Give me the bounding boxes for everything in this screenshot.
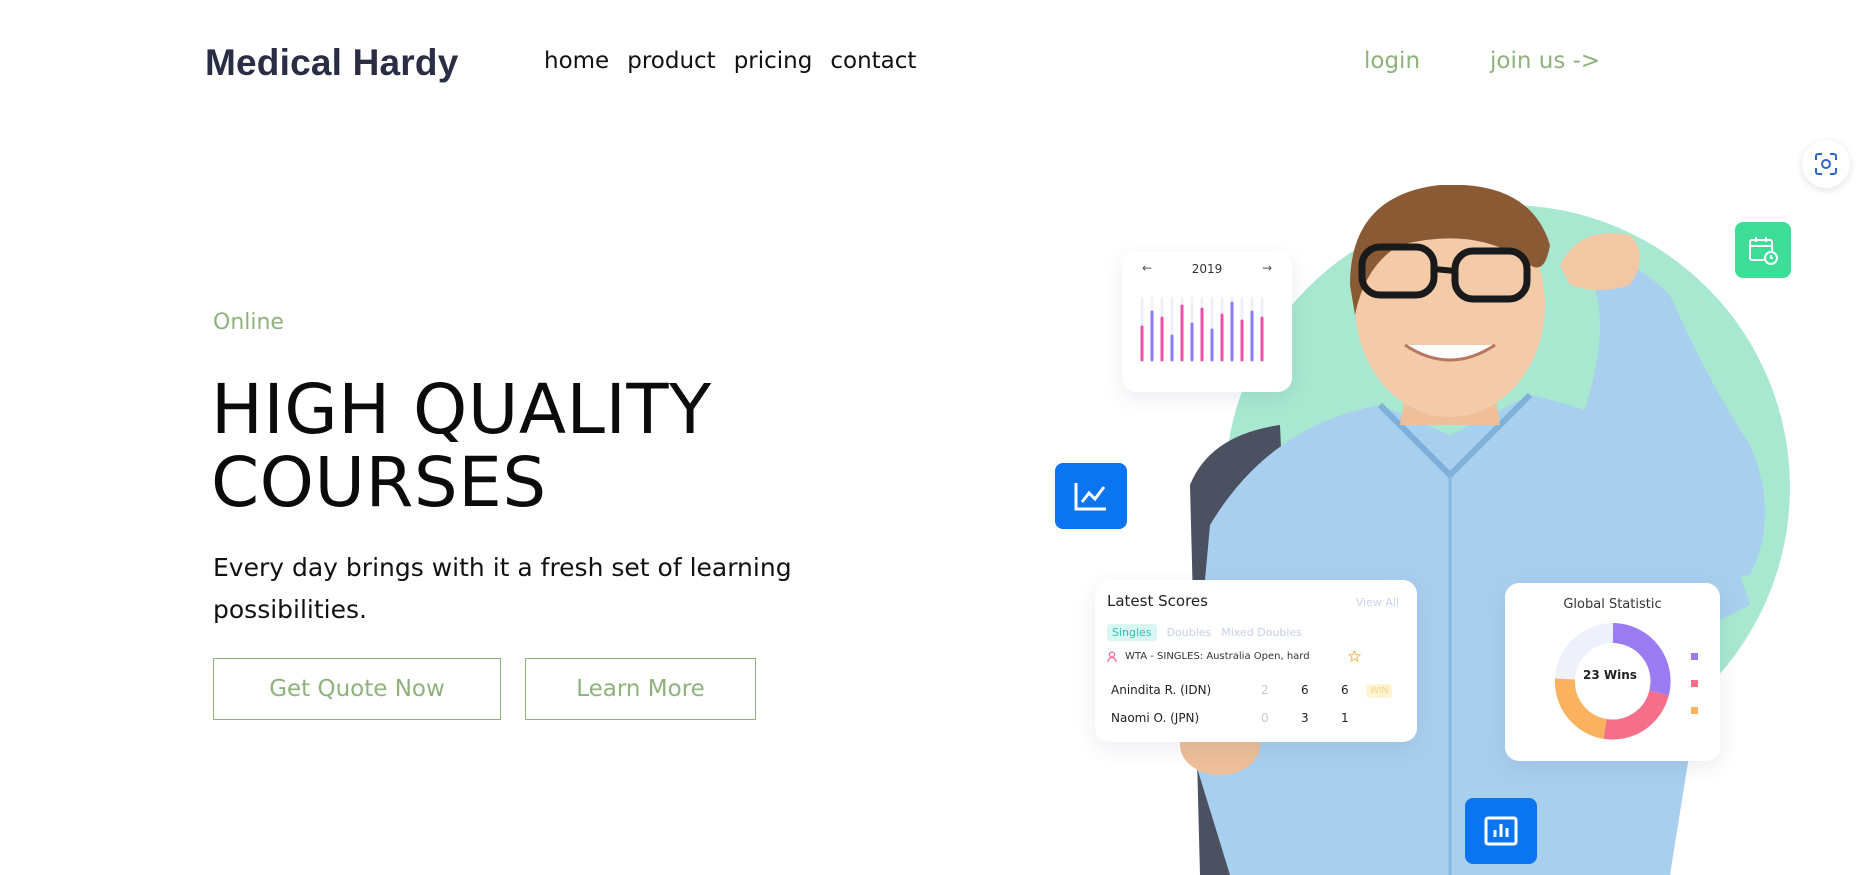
score-set-1: 2 xyxy=(1261,683,1269,697)
calendar-clock-icon xyxy=(1749,237,1778,265)
win-badge: WIN xyxy=(1366,684,1393,698)
mini-bar-chart xyxy=(1140,297,1264,362)
tab-singles[interactable]: Singles xyxy=(1107,624,1157,641)
nav-pricing[interactable]: pricing xyxy=(734,48,813,74)
table-row: Anindita R. (IDN) 2 6 6 WIN xyxy=(1111,683,1401,701)
scan-button[interactable] xyxy=(1802,140,1850,188)
star-icon[interactable] xyxy=(1347,650,1361,663)
scan-icon xyxy=(1815,153,1837,175)
player-name: Naomi O. (JPN) xyxy=(1111,711,1200,725)
line-chart-tile xyxy=(1055,463,1127,529)
tab-doubles[interactable]: Doubles xyxy=(1167,624,1212,641)
scores-title: Latest Scores xyxy=(1107,592,1208,610)
scores-tabs: Singles Doubles Mixed Doubles xyxy=(1107,624,1302,641)
score-set-2: 3 xyxy=(1301,711,1309,725)
view-all-link[interactable]: View All xyxy=(1356,596,1399,609)
latest-scores-card: Latest Scores View All Singles Doubles M… xyxy=(1095,580,1417,742)
join-us-link[interactable]: join us -> xyxy=(1490,48,1600,74)
score-set-3: 1 xyxy=(1341,711,1349,725)
player-name: Anindita R. (IDN) xyxy=(1111,683,1212,697)
tab-mixed-doubles[interactable]: Mixed Doubles xyxy=(1221,624,1302,641)
event-label: WTA - SINGLES: Australia Open, hard xyxy=(1125,651,1310,662)
hero-eyebrow: Online xyxy=(213,310,284,335)
main-nav: home product pricing contact xyxy=(544,48,916,74)
logo[interactable]: Medical Hardy xyxy=(205,42,458,84)
nav-contact[interactable]: contact xyxy=(830,48,916,74)
score-set-2: 6 xyxy=(1301,683,1309,697)
hero-headline: HIGH QUALITY COURSES xyxy=(211,374,831,520)
score-set-3: 6 xyxy=(1341,683,1349,697)
global-statistic-card: Global Statistic 23 Wins xyxy=(1505,583,1720,761)
get-quote-button[interactable]: Get Quote Now xyxy=(213,658,501,720)
bar-chart-tile xyxy=(1465,798,1537,864)
bar-chart-icon xyxy=(1484,816,1518,846)
calendar-tile xyxy=(1735,222,1791,278)
line-chart-icon xyxy=(1074,483,1106,511)
yearly-bars-card: ← 2019 → xyxy=(1122,252,1292,392)
nav-product[interactable]: product xyxy=(627,48,715,74)
person-icon xyxy=(1107,650,1117,662)
table-row: Naomi O. (JPN) 0 3 1 xyxy=(1111,711,1401,729)
headline-line-1: HIGH QUALITY xyxy=(211,370,712,450)
wins-count: 23 Wins xyxy=(1583,668,1637,682)
headline-line-2: COURSES xyxy=(211,443,547,523)
hero-subtitle: Every day brings with it a fresh set of … xyxy=(213,553,792,624)
event-row: WTA - SINGLES: Australia Open, hard xyxy=(1107,650,1361,663)
login-link[interactable]: login xyxy=(1364,48,1420,74)
learn-more-button[interactable]: Learn More xyxy=(525,658,756,720)
nav-home[interactable]: home xyxy=(544,48,609,74)
score-set-1: 0 xyxy=(1261,711,1269,725)
